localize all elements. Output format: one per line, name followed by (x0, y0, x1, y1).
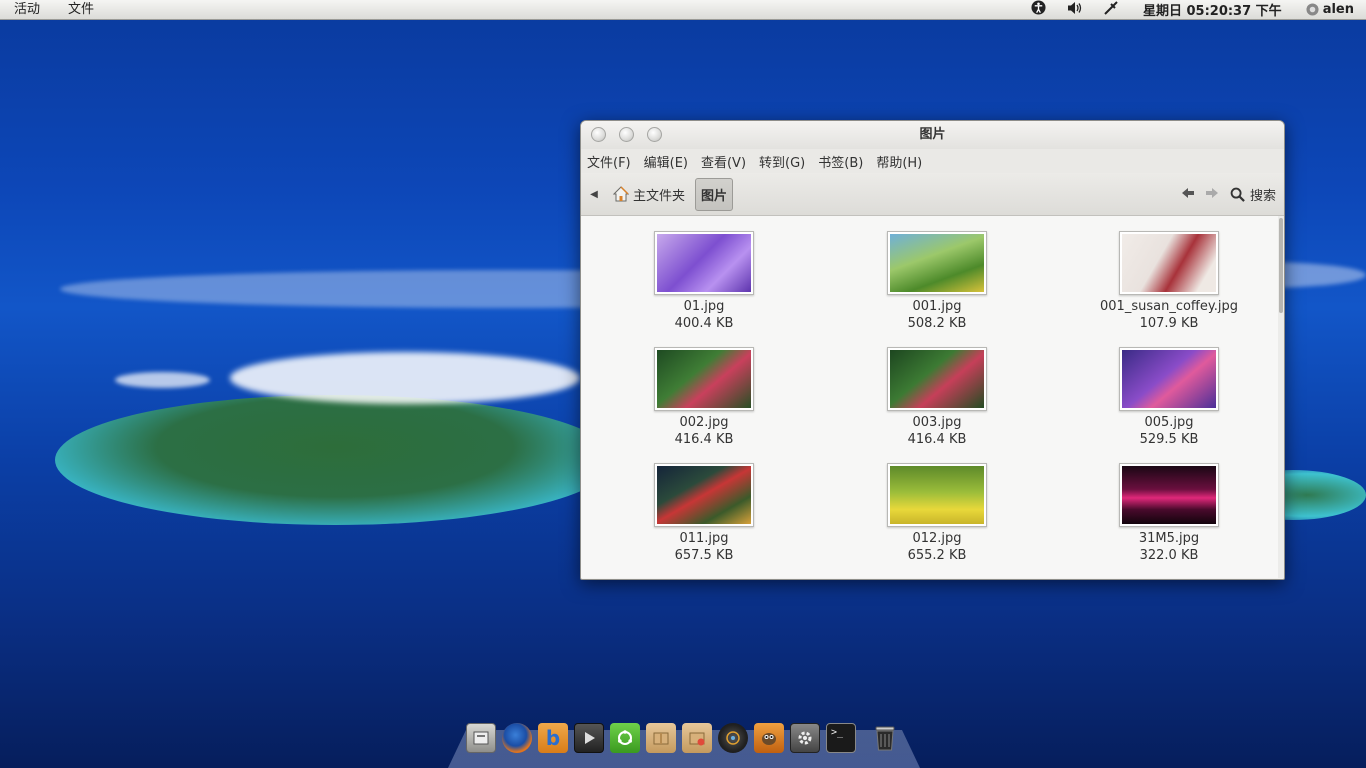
file-name: 001_susan_coffey.jpg (1100, 299, 1238, 314)
file-thumbnail (887, 231, 987, 295)
gimp-icon[interactable] (754, 723, 784, 753)
file-name: 011.jpg (679, 531, 729, 546)
file-item[interactable]: 01.jpg 400.4 KB (604, 231, 804, 332)
wallpaper-cloud (230, 352, 580, 404)
file-item[interactable]: 001_susan_coffey.jpg 107.9 KB (1069, 231, 1269, 332)
search-button[interactable]: 搜索 (1224, 185, 1276, 204)
file-item[interactable]: 011.jpg 657.5 KB (604, 463, 804, 564)
menubar: 文件(F) 编辑(E) 查看(V) 转到(G) 书签(B) 帮助(H) (581, 149, 1284, 173)
file-name: 003.jpg (912, 415, 962, 430)
file-item[interactable]: 002.jpg 416.4 KB (604, 347, 804, 448)
file-name: 005.jpg (1144, 415, 1194, 430)
user-name: alen (1322, 2, 1354, 17)
search-label: 搜索 (1249, 188, 1276, 204)
file-name: 01.jpg (683, 299, 725, 314)
menu-view[interactable]: 查看(V) (701, 152, 752, 171)
video-player-icon[interactable] (574, 723, 604, 753)
file-item[interactable]: 31M5.jpg 322.0 KB (1069, 463, 1269, 564)
file-item[interactable]: 003.jpg 416.4 KB (837, 347, 1037, 448)
package-icon[interactable] (646, 723, 676, 753)
file-size: 529.5 KB (1139, 432, 1199, 447)
file-size: 416.4 KB (907, 432, 967, 447)
file-item[interactable]: 012.jpg 655.2 KB (837, 463, 1037, 564)
toolbar-right: 搜索 (1176, 185, 1284, 204)
file-size: 508.2 KB (907, 316, 967, 331)
menu-file[interactable]: 文件(F) (587, 152, 637, 171)
terminal-icon[interactable]: >_ (826, 723, 856, 753)
desktop: 活动 文件 星期日 05:20:37 下午 alen 图片 文件(F) 编辑(E… (0, 0, 1366, 768)
close-button[interactable] (591, 127, 606, 142)
firefox-icon[interactable] (502, 723, 532, 753)
menu-bookmarks[interactable]: 书签(B) (818, 152, 869, 171)
file-thumbnail (654, 463, 754, 527)
file-size: 107.9 KB (1139, 316, 1199, 331)
panel-status-area: 星期日 05:20:37 下午 alen (1021, 0, 1366, 20)
maximize-button[interactable] (647, 127, 662, 142)
breadcrumb-current[interactable]: 图片 (695, 177, 734, 211)
file-name: 012.jpg (912, 531, 962, 546)
dock: b >_ (448, 722, 920, 768)
file-size: 655.2 KB (907, 548, 967, 563)
file-grid: 01.jpg 400.4 KB 001.jpg 508.2 KB 001_sus… (581, 216, 1278, 578)
file-item[interactable]: 005.jpg 529.5 KB (1069, 347, 1269, 448)
window-titlebar[interactable]: 图片 (581, 121, 1284, 149)
network-icon[interactable] (1093, 0, 1129, 20)
menu-help[interactable]: 帮助(H) (876, 152, 928, 171)
file-name: 001.jpg (912, 299, 962, 314)
ubuntu-software-icon[interactable] (610, 723, 640, 753)
package-installer-icon[interactable] (682, 723, 712, 753)
file-thumbnail (1119, 463, 1219, 527)
file-thumbnail (654, 231, 754, 295)
file-thumbnail (887, 463, 987, 527)
file-manager-icon[interactable] (466, 723, 496, 753)
forward-arrow-icon[interactable] (1200, 187, 1224, 201)
file-size: 400.4 KB (674, 316, 734, 331)
accessibility-icon[interactable] (1021, 0, 1057, 19)
breadcrumb-home[interactable]: 主文件夹 (607, 185, 695, 204)
top-panel: 活动 文件 星期日 05:20:37 下午 alen (0, 0, 1366, 20)
toolbar: ◀ 主文件夹 图片 搜索 (581, 173, 1284, 216)
file-thumbnail (654, 347, 754, 411)
file-name: 31M5.jpg (1138, 531, 1200, 546)
file-thumbnail (1119, 231, 1219, 295)
minimize-button[interactable] (619, 127, 634, 142)
file-size: 416.4 KB (674, 432, 734, 447)
file-name: 002.jpg (679, 415, 729, 430)
trash-icon[interactable] (870, 723, 900, 753)
search-icon (1230, 187, 1245, 202)
file-thumbnail (887, 347, 987, 411)
scrollbar[interactable] (1278, 216, 1284, 578)
bookmark-b-icon[interactable]: b (538, 723, 568, 753)
back-arrow-icon[interactable] (1176, 187, 1200, 201)
user-menu[interactable]: alen (1296, 2, 1366, 17)
app-menu[interactable]: 文件 (54, 0, 108, 20)
file-manager-window: 图片 文件(F) 编辑(E) 查看(V) 转到(G) 书签(B) 帮助(H) ◀… (580, 120, 1285, 580)
scrollbar-thumb[interactable] (1279, 218, 1283, 313)
breadcrumb-home-label: 主文件夹 (633, 188, 686, 204)
activities-button[interactable]: 活动 (0, 0, 54, 20)
media-icon[interactable] (718, 723, 748, 753)
volume-icon[interactable] (1057, 1, 1093, 19)
file-size: 322.0 KB (1139, 548, 1199, 563)
settings-gear-icon[interactable] (790, 723, 820, 753)
wallpaper-cloud (115, 372, 210, 388)
clock[interactable]: 星期日 05:20:37 下午 (1129, 0, 1296, 19)
home-icon (613, 186, 629, 202)
file-size: 657.5 KB (674, 548, 734, 563)
menu-go[interactable]: 转到(G) (759, 152, 811, 171)
window-title: 图片 (919, 127, 946, 142)
user-status-icon (1306, 3, 1319, 16)
wallpaper-island (55, 395, 615, 525)
file-thumbnail (1119, 347, 1219, 411)
breadcrumb-left-arrow-icon[interactable]: ◀ (581, 189, 607, 200)
menu-edit[interactable]: 编辑(E) (644, 152, 694, 171)
file-item[interactable]: 001.jpg 508.2 KB (837, 231, 1037, 332)
